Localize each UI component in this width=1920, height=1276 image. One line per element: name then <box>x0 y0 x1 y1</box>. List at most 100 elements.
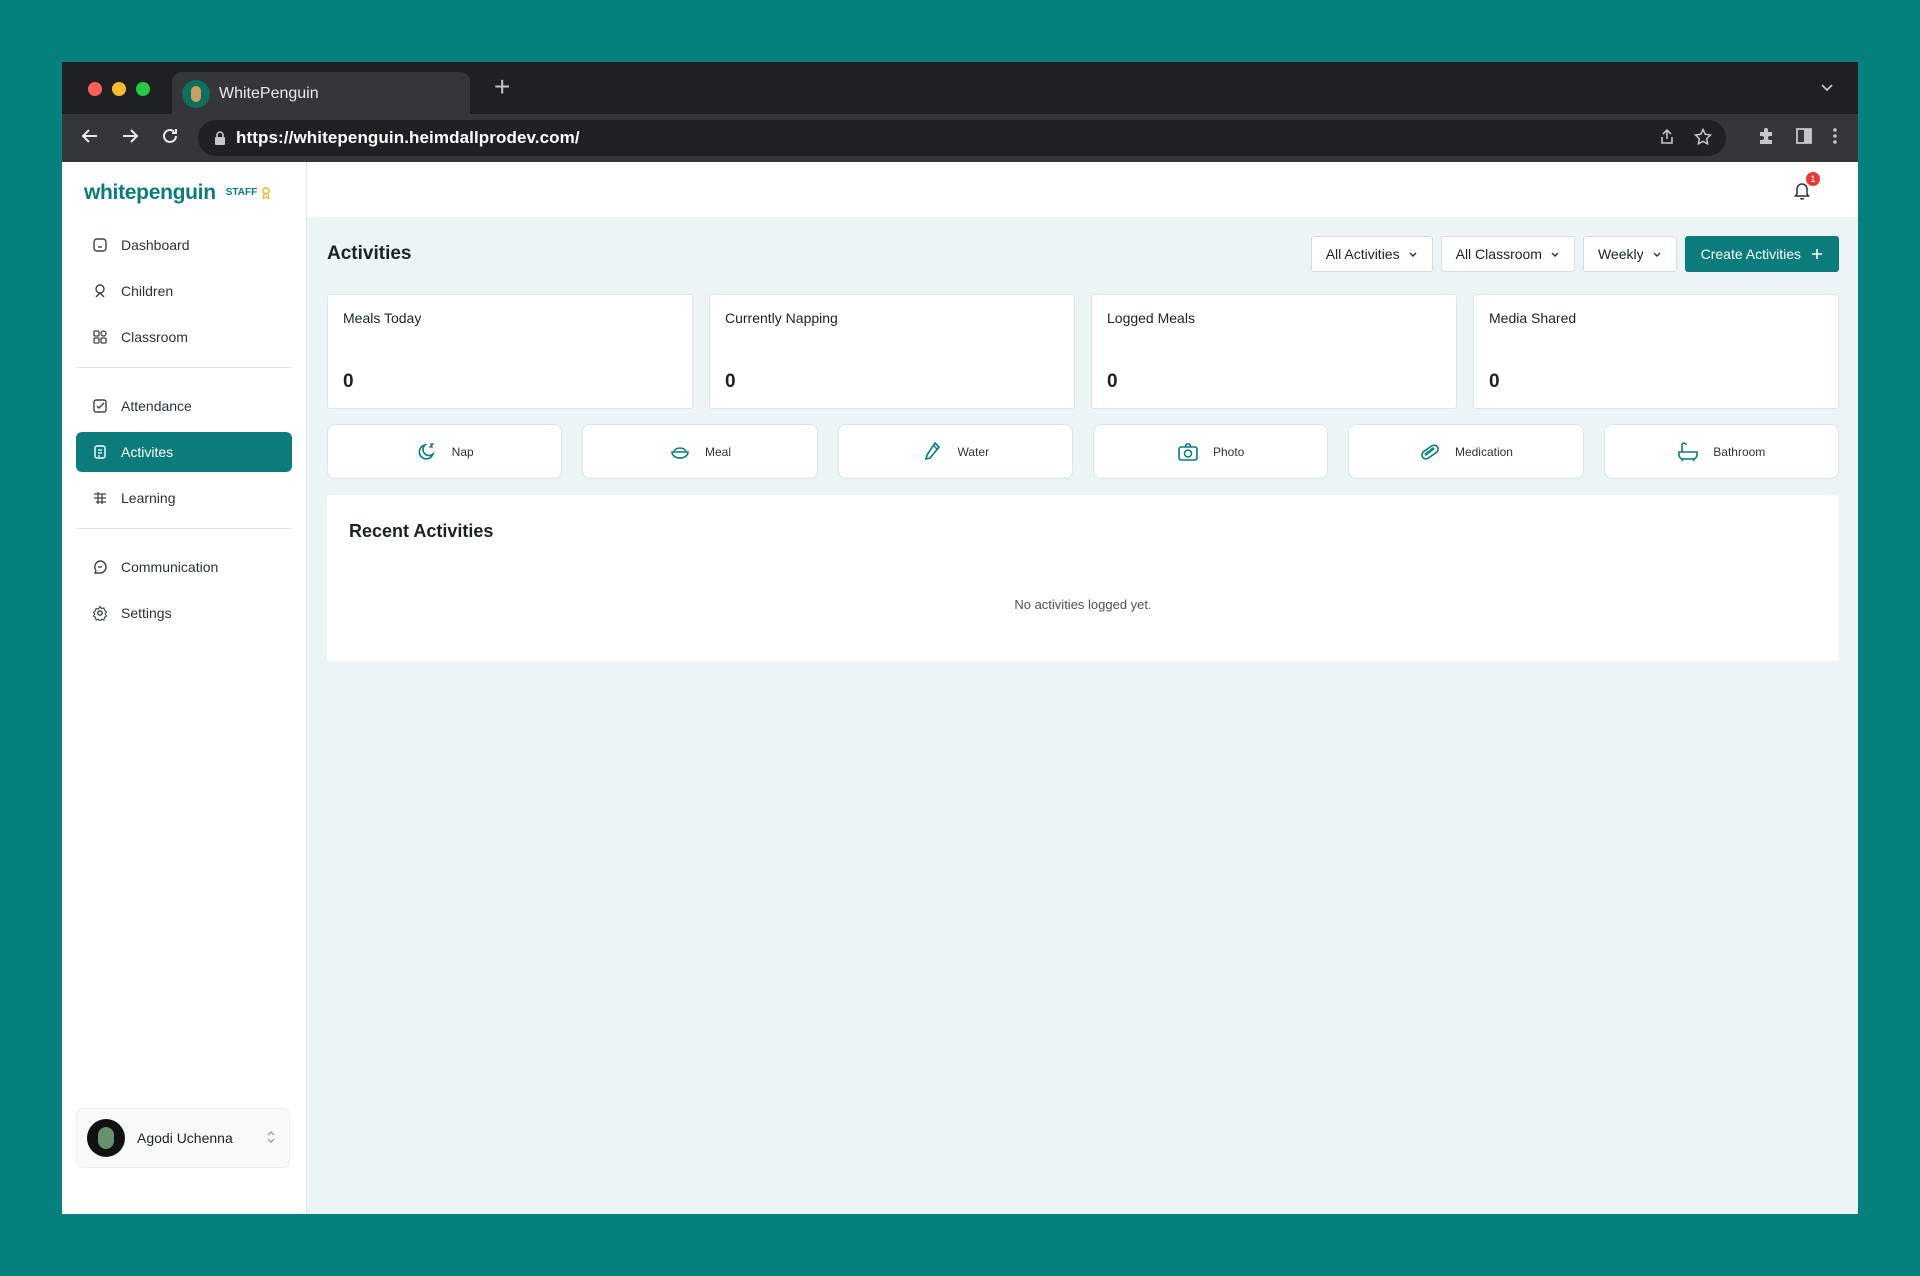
nap-button[interactable]: Nap <box>327 424 563 479</box>
sidebar-item-learning[interactable]: Learning <box>76 478 292 518</box>
clipboard-icon <box>94 445 106 459</box>
sidebar-item-label: Communication <box>121 559 219 575</box>
browser-tab[interactable]: WhitePenguin <box>172 72 470 116</box>
button-label: Create Activities <box>1700 246 1801 262</box>
photo-button[interactable]: Photo <box>1092 424 1329 479</box>
sidebar-item-children[interactable]: Children <box>76 271 292 311</box>
sidebar-divider <box>76 528 292 529</box>
stat-card-logged-meals: Logged Meals 0 <box>1091 294 1457 409</box>
classroom-select[interactable]: All Classroom <box>1440 236 1575 272</box>
chevron-down-icon <box>1409 252 1417 257</box>
sidebar-item-label: Learning <box>121 490 176 506</box>
reload-icon[interactable] <box>160 126 180 146</box>
select-value: All Activities <box>1325 246 1400 262</box>
stat-card-currently-napping: Currently Napping 0 <box>709 294 1075 409</box>
notifications-button[interactable]: 1 <box>1788 172 1820 204</box>
bookmark-star-icon[interactable] <box>1694 128 1712 146</box>
maximize-window-button[interactable] <box>136 82 150 96</box>
browser-window: WhitePenguin + https://whitepenguin.heim… <box>62 62 1858 1214</box>
stat-card-media-shared: Media Shared 0 <box>1473 294 1839 409</box>
sidebar-nav-main: Dashboard Children Classroom <box>62 206 306 357</box>
extensions-puzzle-icon[interactable] <box>1756 126 1776 146</box>
user-name: Agodi Uchenna <box>137 1130 233 1146</box>
home-icon <box>93 238 107 252</box>
role-badge: STAFF <box>225 187 258 198</box>
period-select[interactable]: Weekly <box>1582 236 1677 272</box>
lock-icon <box>215 131 225 145</box>
sidebar-item-label: Settings <box>121 605 172 621</box>
bathroom-button[interactable]: Bathroom <box>1603 424 1839 479</box>
learning-icon <box>94 492 106 504</box>
select-value: Weekly <box>1597 246 1644 262</box>
sidebar-item-label: Children <box>121 283 174 299</box>
sidebar-item-attendance[interactable]: Attendance <box>76 386 292 426</box>
stat-value: 0 <box>725 371 736 392</box>
back-arrow-icon[interactable] <box>80 126 100 146</box>
sidebar-nav-other: Communication Settings <box>62 547 306 633</box>
url-text: https://whitepenguin.heimdallprodev.com/ <box>236 128 580 147</box>
chevron-up-down-icon <box>267 1131 275 1143</box>
sidebar-item-label: Classroom <box>121 329 188 345</box>
bottle-icon <box>924 441 940 460</box>
side-panel-icon[interactable] <box>1794 126 1814 146</box>
window-controls <box>88 82 150 96</box>
activities-page: Activities All Activities All Classroom … <box>307 217 1858 661</box>
main-content: 1 Activities All Activities All Classroo… <box>307 162 1858 1214</box>
new-tab-button[interactable]: + <box>494 72 510 102</box>
quick-action-label: Bathroom <box>1713 444 1766 459</box>
stat-label: Currently Napping <box>725 310 838 326</box>
chevron-down-icon <box>1653 252 1661 257</box>
app-root: whitepenguin STAFF Dashboard Children Cl… <box>62 162 1858 1214</box>
sidebar-divider <box>76 367 292 368</box>
quick-action-label: Medication <box>1454 444 1513 459</box>
sidebar-nav-activity: Attendance Activites Learning <box>62 386 306 518</box>
stat-label: Media Shared <box>1489 310 1577 326</box>
avatar <box>87 1119 125 1157</box>
user-menu[interactable]: Agodi Uchenna <box>76 1108 290 1168</box>
plus-icon <box>1812 249 1822 259</box>
chevron-down-icon[interactable] <box>1820 80 1834 94</box>
sidebar-item-classroom[interactable]: Classroom <box>76 317 292 357</box>
activity-type-select[interactable]: All Activities <box>1310 236 1433 272</box>
forward-arrow-icon[interactable] <box>120 126 140 146</box>
app-logo[interactable]: whitepenguin <box>84 181 216 205</box>
medication-button[interactable]: Medication <box>1348 424 1584 479</box>
quick-actions: Nap Meal Water Photo Medication Bathroom <box>327 424 1839 479</box>
bowl-icon <box>671 446 689 459</box>
water-button[interactable]: Water <box>837 424 1073 479</box>
chat-icon <box>93 560 107 574</box>
chevron-down-icon <box>1551 252 1559 257</box>
sidebar-item-label: Dashboard <box>121 237 190 253</box>
stat-value: 0 <box>343 371 354 392</box>
minimize-window-button[interactable] <box>112 82 126 96</box>
stat-value: 0 <box>1107 371 1118 392</box>
child-icon <box>95 284 105 298</box>
section-title: Recent Activities <box>349 521 494 541</box>
quick-action-label: Photo <box>1212 444 1245 459</box>
quick-action-label: Nap <box>451 444 474 459</box>
ribbon-icon <box>262 186 270 199</box>
sidebar-item-communication[interactable]: Communication <box>76 547 292 587</box>
stat-value: 0 <box>1489 371 1500 392</box>
notification-badge: 1 <box>1806 172 1820 186</box>
sidebar-item-activities[interactable]: Activites <box>76 432 292 472</box>
browser-toolbar: https://whitepenguin.heimdallprodev.com/ <box>62 114 1858 162</box>
camera-icon <box>1178 442 1198 461</box>
empty-state-text: No activities logged yet. <box>1014 597 1152 612</box>
share-icon[interactable] <box>1658 128 1676 146</box>
more-menu-icon[interactable] <box>1832 126 1838 146</box>
meal-button[interactable]: Meal <box>582 424 818 479</box>
stats-row: Meals Today 0 Currently Napping 0 Logged… <box>327 294 1839 409</box>
create-activities-button[interactable]: Create Activities <box>1684 236 1839 272</box>
gear-icon <box>92 605 108 621</box>
stat-label: Logged Meals <box>1107 310 1195 326</box>
bathtub-icon <box>1678 441 1699 461</box>
sidebar-item-settings[interactable]: Settings <box>76 593 292 633</box>
address-bar[interactable]: https://whitepenguin.heimdallprodev.com/ <box>198 120 1726 156</box>
close-window-button[interactable] <box>88 82 102 96</box>
quick-action-label: Water <box>957 444 990 459</box>
top-bar: 1 <box>307 162 1858 217</box>
sidebar-item-dashboard[interactable]: Dashboard <box>76 225 292 265</box>
sidebar-item-label: Attendance <box>121 398 192 414</box>
checkbox-icon <box>93 399 107 413</box>
